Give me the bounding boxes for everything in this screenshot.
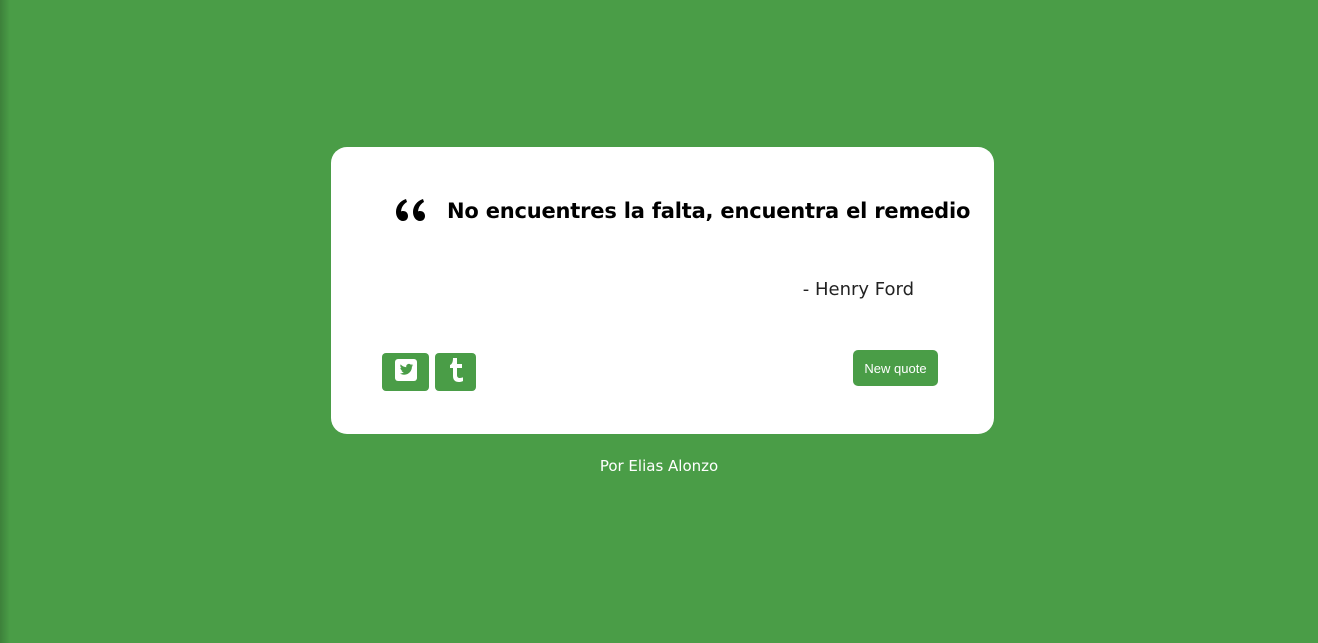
quote-left-icon (393, 197, 425, 223)
tumblr-icon (447, 357, 465, 387)
footer-credit: Por Elias Alonzo (599, 457, 719, 475)
tumblr-quote-button[interactable] (435, 353, 476, 391)
quote-text: No encuentres la falta, encuentra el rem… (447, 199, 971, 223)
twitter-icon (394, 359, 417, 385)
quote-box: No encuentres la falta, encuentra el rem… (331, 147, 994, 434)
tweet-quote-button[interactable] (382, 353, 429, 391)
new-quote-button[interactable]: New quote (853, 350, 938, 386)
quote-author: - Henry Ford (802, 279, 914, 300)
page-edge-shadow (0, 0, 10, 643)
